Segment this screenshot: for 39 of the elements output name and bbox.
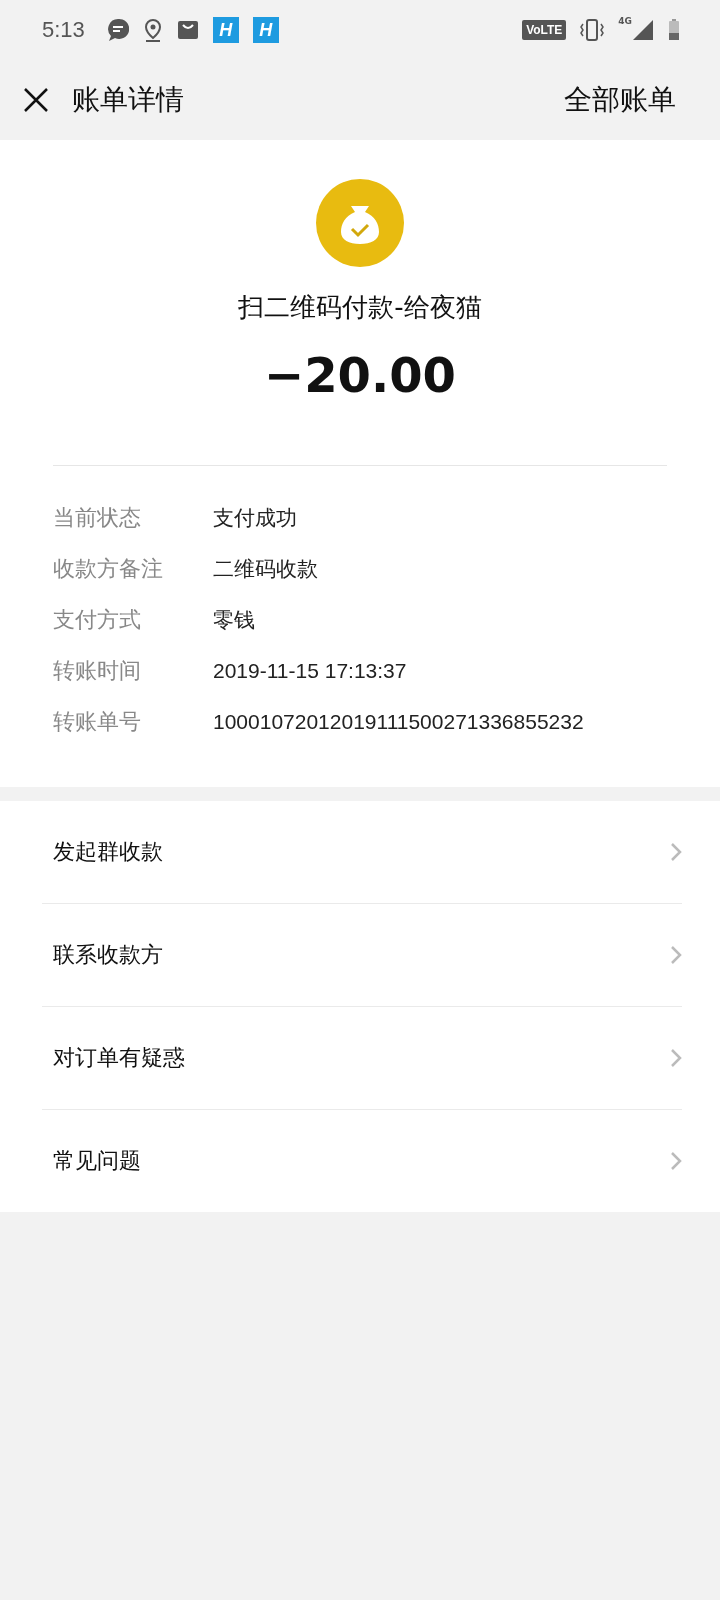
- detail-value: 2019-11-15 17:13:37: [213, 658, 407, 683]
- payment-amount: −20.00: [263, 347, 456, 403]
- detail-value: 零钱: [213, 606, 255, 633]
- close-icon[interactable]: [22, 86, 50, 114]
- status-time: 5:13: [42, 17, 85, 43]
- message-icon: [106, 18, 129, 42]
- shopping-bag-icon: [176, 20, 199, 40]
- menu-label: 常见问题: [53, 1147, 141, 1175]
- detail-label: 支付方式: [53, 605, 142, 634]
- detail-label: 转账单号: [53, 707, 142, 736]
- page-title: 账单详情: [72, 82, 185, 118]
- chevron-right-icon: [670, 1048, 682, 1068]
- menu-label: 发起群收款: [53, 838, 163, 866]
- signal-icon: [632, 19, 654, 41]
- chevron-right-icon: [670, 842, 682, 862]
- location-icon: [142, 18, 163, 42]
- volte-indicator: VoLTE: [522, 20, 567, 40]
- detail-value: 二维码收款: [213, 555, 318, 582]
- app-badge-icon: H: [252, 17, 279, 43]
- app-badge-icon: H: [212, 17, 239, 43]
- detail-label: 收款方备注: [53, 554, 164, 583]
- menu-label: 对订单有疑惑: [53, 1044, 185, 1072]
- battery-icon: [668, 19, 680, 41]
- menu-item[interactable]: 发起群收款: [42, 801, 682, 904]
- vibrate-icon: [580, 19, 605, 41]
- payment-title: 扫二维码付款-给夜猫: [238, 291, 482, 324]
- menu-item[interactable]: 对订单有疑惑: [42, 1007, 682, 1110]
- all-bills-link[interactable]: 全部账单: [564, 81, 676, 119]
- detail-label: 当前状态: [53, 503, 142, 532]
- menu-label: 联系收款方: [53, 941, 163, 969]
- menu-item[interactable]: 常见问题: [42, 1110, 682, 1212]
- menu-item[interactable]: 联系收款方: [42, 904, 682, 1007]
- chevron-right-icon: [670, 1151, 682, 1171]
- detail-value: 支付成功: [213, 504, 297, 531]
- money-bag-icon: [315, 178, 405, 268]
- detail-value: 10001072012019111500271336855232: [213, 709, 584, 734]
- detail-label: 转账时间: [53, 656, 142, 685]
- chevron-right-icon: [670, 945, 682, 965]
- network-type: 4G: [618, 16, 632, 26]
